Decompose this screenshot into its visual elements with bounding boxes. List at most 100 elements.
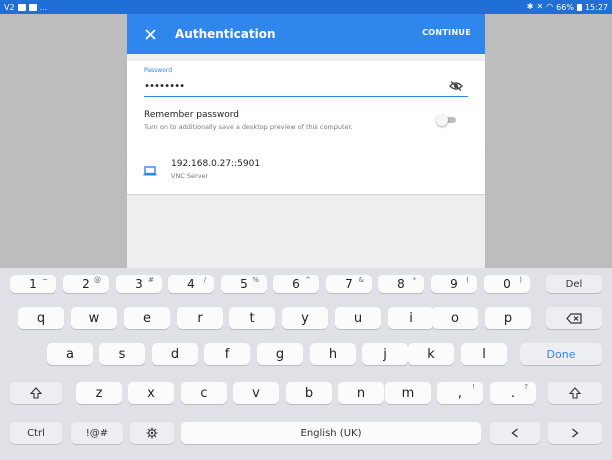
cursor-right-key[interactable]	[548, 422, 602, 444]
close-button[interactable]	[139, 23, 161, 45]
key-comma[interactable]: ,!	[437, 382, 483, 404]
wifi-icon: ◠	[546, 2, 554, 11]
remember-password-title: Remember password	[144, 110, 239, 120]
key-i[interactable]: i	[388, 307, 434, 329]
key-label: 9	[450, 277, 458, 291]
symbols-key[interactable]: !@#	[71, 422, 123, 444]
key-t[interactable]: t	[229, 307, 275, 329]
shift-left-key[interactable]	[10, 382, 62, 404]
key-period[interactable]: .?	[490, 382, 536, 404]
key-l[interactable]: l	[461, 343, 507, 365]
password-label: Password	[144, 67, 173, 74]
key-sup: ?	[524, 383, 528, 391]
eye-off-icon	[449, 81, 463, 91]
key-label: 4	[187, 277, 195, 291]
key-sup: ~	[42, 276, 48, 284]
settings-key[interactable]	[130, 422, 174, 444]
ctrl-key[interactable]: Ctrl	[10, 422, 62, 444]
chevron-right-icon	[572, 428, 579, 438]
key-9[interactable]: 9(	[431, 275, 477, 293]
key-label: 8	[397, 277, 405, 291]
auth-card: Password Remember password Turn on to ad…	[127, 61, 485, 155]
image-notification-icon	[17, 3, 26, 11]
key-sup: *	[412, 276, 417, 284]
status-left-text: V2	[4, 2, 15, 12]
key-j[interactable]: j	[362, 343, 408, 365]
key-label: 7	[345, 277, 353, 291]
key-sup: (	[466, 276, 469, 284]
status-time: 15:27	[584, 2, 608, 12]
continue-button[interactable]: CONTINUE	[422, 28, 471, 37]
key-sup: #	[148, 276, 154, 284]
key-a[interactable]: a	[47, 343, 93, 365]
key-8[interactable]: 8 *	[378, 275, 424, 293]
key-q[interactable]: q	[18, 307, 64, 329]
key-6[interactable]: 6 ^	[273, 275, 319, 293]
key-o[interactable]: o	[432, 307, 478, 329]
key-4[interactable]: 4/	[168, 275, 214, 293]
key-0[interactable]: 0)	[484, 275, 530, 293]
chevron-left-icon	[511, 428, 518, 438]
key-sup: !	[472, 383, 475, 391]
key-2[interactable]: 2 @	[63, 275, 109, 293]
key-label: 1	[29, 277, 37, 291]
toggle-thumb	[436, 114, 448, 126]
key-7[interactable]: 7 &	[326, 275, 372, 293]
shift-icon	[30, 387, 42, 399]
shift-right-key[interactable]	[548, 382, 602, 404]
status-ellipsis: ...	[39, 2, 48, 12]
key-d[interactable]: d	[152, 343, 198, 365]
key-y[interactable]: y	[282, 307, 328, 329]
mute-icon: ✕	[536, 2, 544, 11]
key-1[interactable]: 1 ~	[10, 275, 56, 293]
laptop-icon	[143, 166, 157, 176]
shift-icon	[569, 387, 581, 399]
bluetooth-icon: ✱	[526, 2, 534, 11]
key-u[interactable]: u	[335, 307, 381, 329]
gear-icon	[146, 427, 158, 439]
key-3[interactable]: 3 #	[116, 275, 162, 293]
delete-key[interactable]: Del	[546, 275, 602, 293]
auth-panel: Authentication CONTINUE Password Remembe…	[127, 14, 485, 269]
status-bar: V2 ... ✱ ✕ ◠ 66% 15:27	[0, 0, 612, 14]
battery-percent: 66%	[556, 2, 574, 12]
key-g[interactable]: g	[257, 343, 303, 365]
key-r[interactable]: r	[177, 307, 223, 329]
cursor-left-key[interactable]	[490, 422, 540, 444]
key-sup: ^	[305, 276, 311, 284]
done-key[interactable]: Done	[520, 343, 602, 365]
key-sup: @	[94, 276, 101, 284]
key-f[interactable]: f	[204, 343, 250, 365]
key-label: 3	[135, 277, 143, 291]
key-sup: )	[519, 276, 522, 284]
key-v[interactable]: v	[233, 382, 279, 404]
key-b[interactable]: b	[286, 382, 332, 404]
key-c[interactable]: c	[181, 382, 227, 404]
key-s[interactable]: s	[99, 343, 145, 365]
server-type: VNC Server	[171, 172, 209, 180]
server-list-item[interactable]: 192.168.0.27::5901 VNC Server	[127, 148, 485, 194]
toggle-password-visibility[interactable]	[447, 78, 465, 94]
key-sup: /	[203, 276, 206, 284]
remember-password-toggle[interactable]	[436, 114, 458, 126]
key-p[interactable]: p	[485, 307, 531, 329]
key-x[interactable]: x	[128, 382, 174, 404]
key-n[interactable]: n	[338, 382, 384, 404]
key-5[interactable]: 5%	[221, 275, 267, 293]
key-label: ,	[457, 385, 463, 401]
key-sup: &	[358, 276, 364, 284]
key-h[interactable]: h	[310, 343, 356, 365]
key-k[interactable]: k	[408, 343, 454, 365]
password-input[interactable]	[144, 77, 468, 97]
key-e[interactable]: e	[124, 307, 170, 329]
space-key[interactable]: English (UK)	[181, 422, 481, 444]
battery-icon	[576, 3, 582, 11]
key-sup: %	[252, 276, 259, 284]
remember-password-subtitle: Turn on to additionally save a desktop p…	[144, 123, 353, 131]
key-z[interactable]: z	[76, 382, 122, 404]
page-title: Authentication	[175, 27, 276, 41]
key-w[interactable]: w	[71, 307, 117, 329]
close-icon	[144, 28, 156, 40]
backspace-key[interactable]	[546, 307, 602, 329]
key-m[interactable]: m	[385, 382, 431, 404]
